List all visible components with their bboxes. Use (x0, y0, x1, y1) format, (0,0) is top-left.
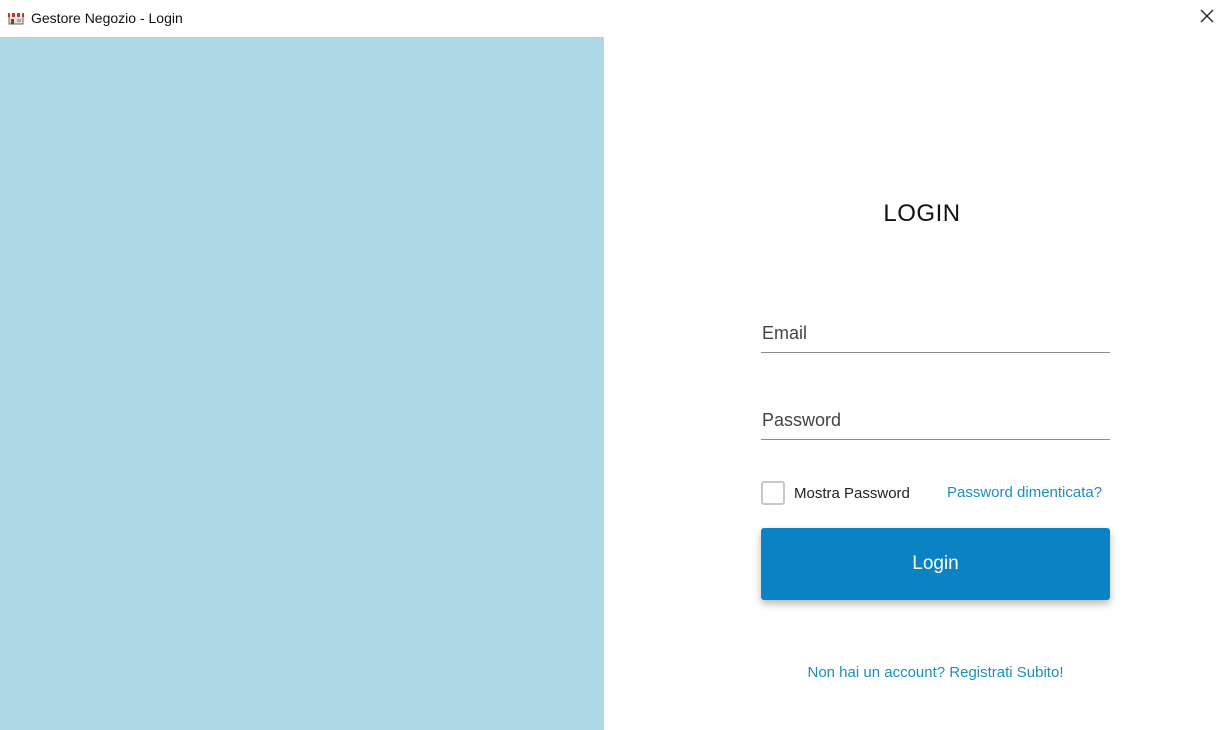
title-bar: Gestore Negozio - Login (0, 0, 1222, 37)
show-password-row[interactable]: Mostra Password (761, 480, 910, 506)
login-heading: LOGIN (883, 200, 961, 227)
close-button[interactable] (1192, 0, 1222, 37)
email-field[interactable] (761, 317, 1110, 353)
forgot-password-link[interactable]: Password dimenticata? (947, 484, 1102, 501)
login-button[interactable]: Login (761, 528, 1110, 600)
window-title: Gestore Negozio - Login (31, 10, 183, 26)
password-input[interactable] (762, 407, 1102, 433)
show-password-checkbox[interactable] (761, 481, 785, 505)
email-input[interactable] (762, 320, 1102, 346)
register-link[interactable]: Non hai un account? Registrati Subito! (761, 664, 1110, 681)
shop-icon (8, 11, 24, 25)
show-password-label[interactable]: Mostra Password (794, 485, 910, 502)
close-icon (1200, 9, 1214, 28)
left-image-panel (0, 37, 604, 730)
password-field[interactable] (761, 404, 1110, 440)
app-window: Gestore Negozio - Login LOGIN Mostra Pas… (0, 0, 1222, 730)
